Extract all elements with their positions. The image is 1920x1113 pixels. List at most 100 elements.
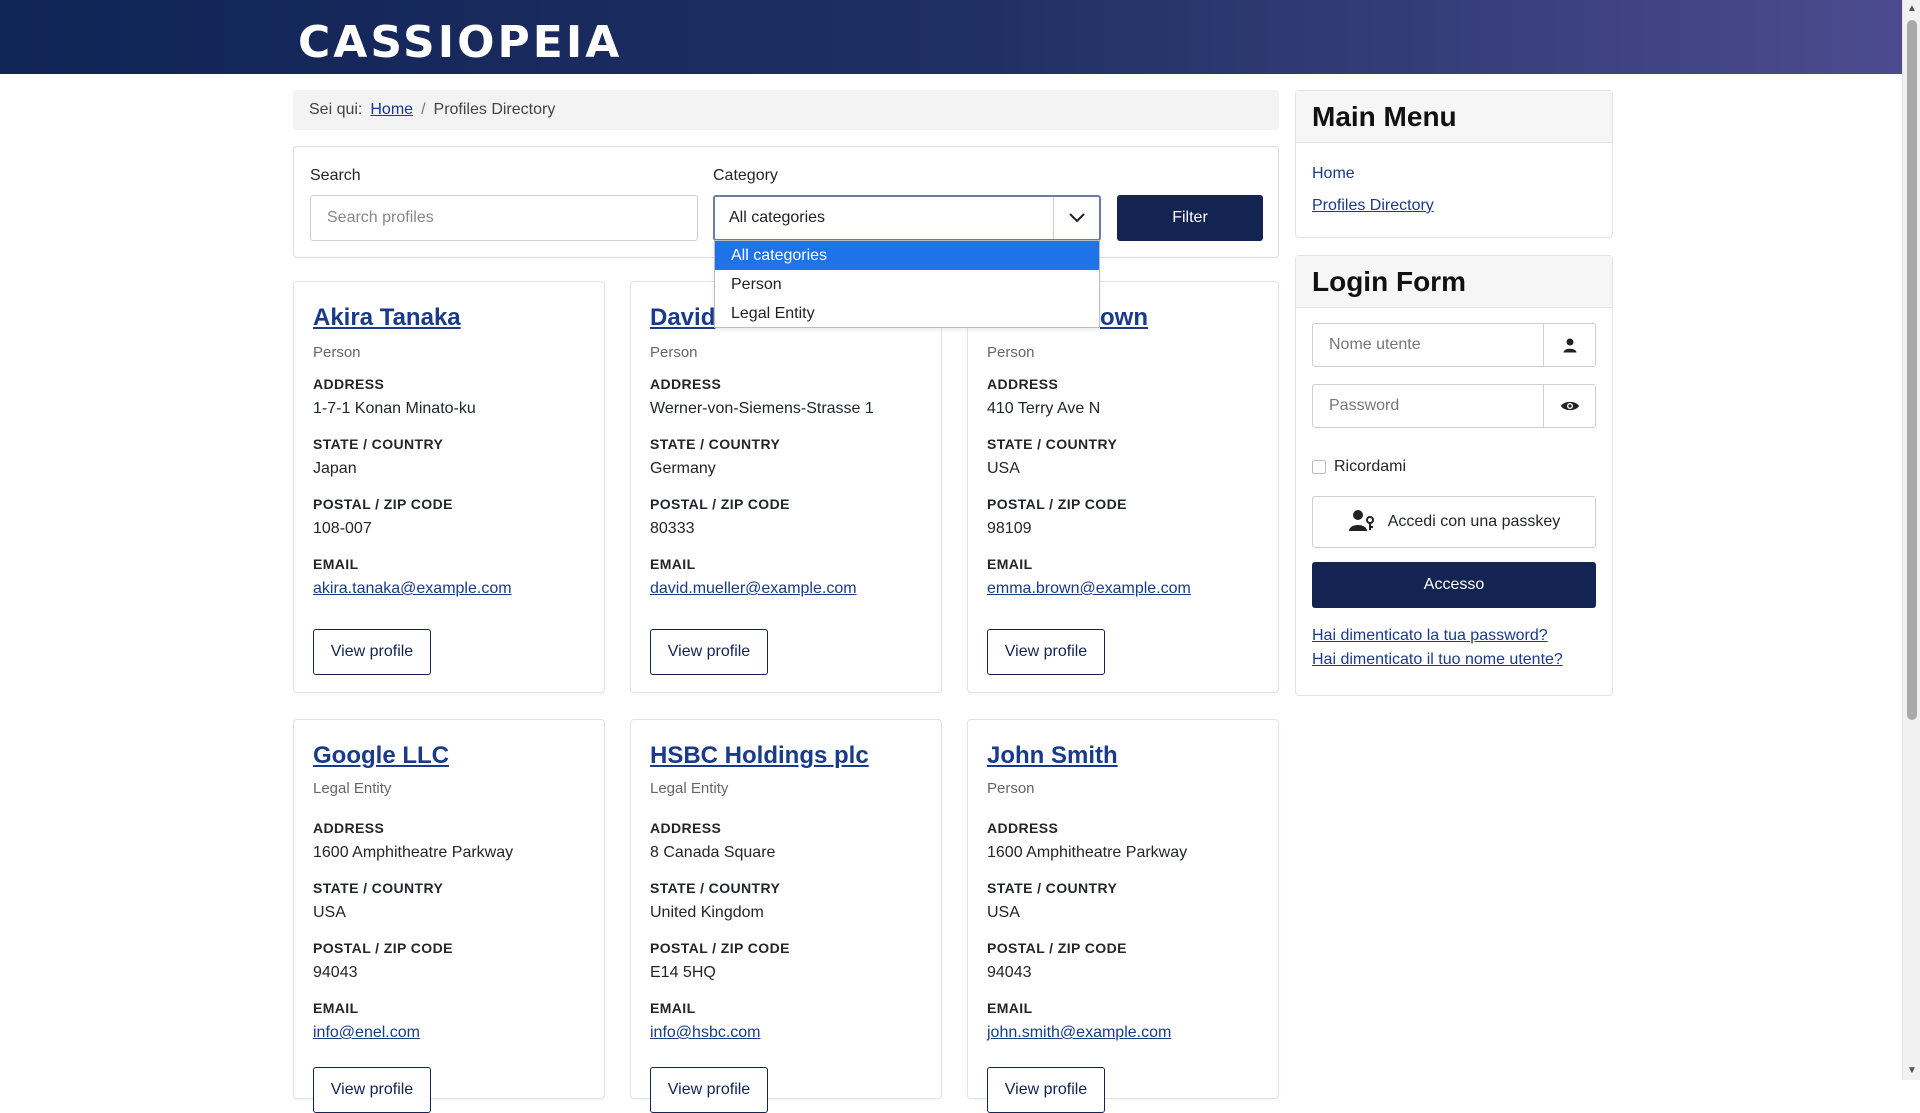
state-label: STATE / COUNTRY [313, 436, 444, 452]
address-label: ADDRESS [650, 820, 722, 836]
view-profile-button[interactable]: View profile [313, 1067, 431, 1113]
category-option[interactable]: Legal Entity [715, 299, 1099, 328]
remember-label: Ricordami [1334, 458, 1407, 475]
email-label: EMAIL [313, 556, 359, 572]
username-input[interactable]: Nome utente [1312, 323, 1596, 367]
profile-name-link[interactable]: John Smith [987, 742, 1118, 770]
postal-label: POSTAL / ZIP CODE [987, 940, 1127, 956]
view-profile-button[interactable]: View profile [313, 629, 431, 675]
state-value: USA [987, 460, 1020, 477]
category-dropdown: All categories Person Legal Entity [714, 240, 1100, 328]
email-link[interactable]: akira.tanaka@example.com [313, 580, 512, 598]
profile-type: Person [313, 344, 361, 361]
breadcrumb: Sei qui: Home / Profiles Directory [293, 90, 1279, 130]
scroll-up-icon[interactable]: ▲ [1903, 0, 1920, 18]
search-input[interactable]: Search profiles [310, 195, 698, 241]
brand-logo[interactable]: CASSIOPEIA [298, 17, 622, 68]
postal-label: POSTAL / ZIP CODE [650, 940, 790, 956]
profile-name-link[interactable]: HSBC Holdings plc [650, 742, 869, 770]
email-link[interactable]: info@enel.com [313, 1024, 420, 1042]
chevron-down-icon[interactable] [1053, 197, 1099, 239]
profile-card: David Person ADDRESS Werner-von-Siemens-… [630, 281, 942, 693]
address-value: 1600 Amphitheatre Parkway [313, 844, 514, 861]
postal-value: 108-007 [313, 520, 372, 537]
breadcrumb-separator: / [421, 101, 426, 118]
view-profile-button[interactable]: View profile [987, 1067, 1105, 1113]
scroll-thumb[interactable] [1907, 20, 1917, 720]
state-label: STATE / COUNTRY [313, 880, 444, 896]
email-link[interactable]: john.smith@example.com [987, 1024, 1171, 1042]
profile-name-link[interactable]: Google LLC [313, 742, 449, 770]
login-button[interactable]: Accesso [1312, 562, 1596, 608]
password-input[interactable]: Password [1312, 384, 1596, 428]
profile-card: own Person ADDRESS 410 Terry Ave N STATE… [967, 281, 1279, 693]
login-form-title: Login Form [1296, 256, 1612, 308]
view-profile-button[interactable]: View profile [987, 629, 1105, 675]
scroll-down-icon[interactable]: ▼ [1903, 1062, 1920, 1080]
profile-card: HSBC Holdings plc Legal Entity ADDRESS 8… [630, 719, 942, 1113]
profile-type: Person [987, 780, 1035, 797]
profile-name-link[interactable]: own [1100, 304, 1148, 332]
category-select-value: All categories [729, 209, 826, 226]
postal-label: POSTAL / ZIP CODE [987, 496, 1127, 512]
profile-type: Person [987, 344, 1035, 361]
state-label: STATE / COUNTRY [650, 880, 781, 896]
email-label: EMAIL [313, 1000, 359, 1016]
state-label: STATE / COUNTRY [650, 436, 781, 452]
profile-card: John Smith Person ADDRESS 1600 Amphithea… [967, 719, 1279, 1113]
search-label: Search [310, 167, 361, 184]
address-label: ADDRESS [313, 820, 385, 836]
state-value: USA [313, 904, 346, 921]
profile-name-link[interactable]: David [650, 304, 715, 332]
postal-label: POSTAL / ZIP CODE [313, 496, 453, 512]
email-link[interactable]: info@hsbc.com [650, 1024, 761, 1042]
category-label: Category [713, 167, 778, 184]
remember-me[interactable]: Ricordami [1312, 458, 1406, 476]
address-value: 8 Canada Square [650, 844, 776, 861]
profile-type: Legal Entity [650, 780, 729, 797]
email-label: EMAIL [650, 556, 696, 572]
user-icon [1543, 324, 1595, 366]
forgot-password-link[interactable]: Hai dimenticato la tua password? [1312, 627, 1548, 645]
postal-value: 80333 [650, 520, 695, 537]
profile-name-link[interactable]: Akira Tanaka [313, 304, 461, 332]
profile-card: Akira Tanaka Person ADDRESS 1-7-1 Konan … [293, 281, 605, 693]
username-placeholder: Nome utente [1329, 336, 1421, 353]
address-label: ADDRESS [987, 376, 1059, 392]
forgot-username-link[interactable]: Hai dimenticato il tuo nome utente? [1312, 651, 1563, 669]
passkey-login-button[interactable]: Accedi con una passkey [1312, 496, 1596, 548]
breadcrumb-home-link[interactable]: Home [370, 101, 413, 119]
postal-value: 94043 [987, 964, 1032, 981]
password-placeholder: Password [1329, 397, 1400, 414]
address-value: 1600 Amphitheatre Parkway [987, 844, 1188, 861]
category-option[interactable]: All categories [715, 241, 1099, 270]
state-value: USA [987, 904, 1020, 921]
email-link[interactable]: david.mueller@example.com [650, 580, 857, 598]
category-select[interactable]: All categories [713, 195, 1101, 241]
profile-card: Google LLC Legal Entity ADDRESS 1600 Amp… [293, 719, 605, 1113]
address-label: ADDRESS [313, 376, 385, 392]
postal-value: 94043 [313, 964, 358, 981]
view-profile-button[interactable]: View profile [650, 1067, 768, 1113]
main-menu-title: Main Menu [1296, 91, 1612, 143]
menu-item-home[interactable]: Home [1312, 165, 1355, 183]
breadcrumb-prefix: Sei qui: [309, 101, 363, 118]
state-value: Japan [313, 460, 357, 477]
state-value: United Kingdom [650, 904, 764, 921]
passkey-label: Accedi con una passkey [1387, 513, 1561, 530]
view-profile-button[interactable]: View profile [650, 629, 768, 675]
email-label: EMAIL [650, 1000, 696, 1016]
category-option[interactable]: Person [715, 270, 1099, 299]
eye-icon[interactable] [1543, 385, 1595, 427]
menu-item-profiles-directory[interactable]: Profiles Directory [1312, 197, 1434, 215]
remember-checkbox[interactable] [1312, 460, 1326, 474]
email-label: EMAIL [987, 1000, 1033, 1016]
postal-label: POSTAL / ZIP CODE [650, 496, 790, 512]
profile-type: Person [650, 344, 698, 361]
filter-button[interactable]: Filter [1117, 195, 1263, 241]
state-value: Germany [650, 460, 716, 477]
email-link[interactable]: emma.brown@example.com [987, 580, 1191, 598]
site-header: CASSIOPEIA [0, 0, 1902, 74]
state-label: STATE / COUNTRY [987, 880, 1118, 896]
page-scrollbar[interactable]: ▲ ▼ [1902, 0, 1920, 1080]
